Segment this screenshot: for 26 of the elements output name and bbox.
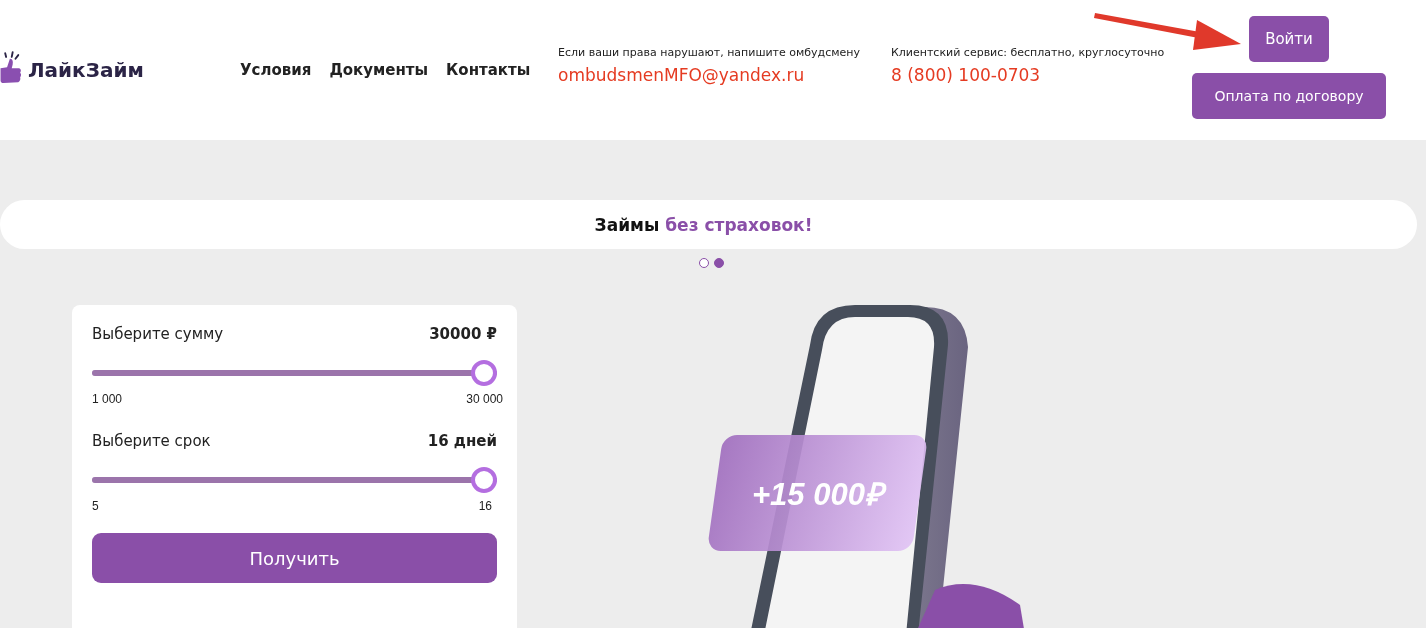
payment-button[interactable]: Оплата по договору <box>1192 73 1386 119</box>
login-button[interactable]: Войти <box>1249 16 1329 62</box>
slider[interactable] <box>92 467 497 493</box>
nav-link[interactable]: Контакты <box>446 61 531 79</box>
contact-link[interactable]: 8 (800) 100-0703 <box>891 64 1041 85</box>
banner-text: Займы без страховок! <box>594 214 813 235</box>
slider-value: 30000 ₽ <box>429 325 497 343</box>
logo-text[interactable]: ЛайкЗайм <box>28 58 144 82</box>
contact-caption: Если ваши права нарушают, напишите омбудсмену <box>558 45 861 59</box>
range-max: 30 000 <box>466 392 503 406</box>
nav-link[interactable]: Условия <box>240 61 312 79</box>
nav-link[interactable]: Документы <box>329 61 429 79</box>
slider[interactable] <box>92 360 497 386</box>
get-loan-button[interactable]: Получить <box>92 533 497 583</box>
range-min: 5 <box>92 499 99 513</box>
range-max: 16 <box>478 499 492 513</box>
slider-thumb[interactable] <box>471 360 497 386</box>
slider-value: 16 дней <box>427 432 497 450</box>
contact-link[interactable]: ombudsmenMFO@yandex.ru <box>558 64 805 85</box>
slider-thumb[interactable] <box>471 467 497 493</box>
contact-caption: Клиентский сервис: бесплатно, круглосуточно <box>891 45 1165 59</box>
slider-label: Выберите срок <box>92 432 211 450</box>
slider-label: Выберите сумму <box>92 325 224 343</box>
carousel-dot[interactable] <box>713 258 724 268</box>
range-min: 1 000 <box>92 392 123 406</box>
carousel-dot[interactable] <box>698 258 709 268</box>
